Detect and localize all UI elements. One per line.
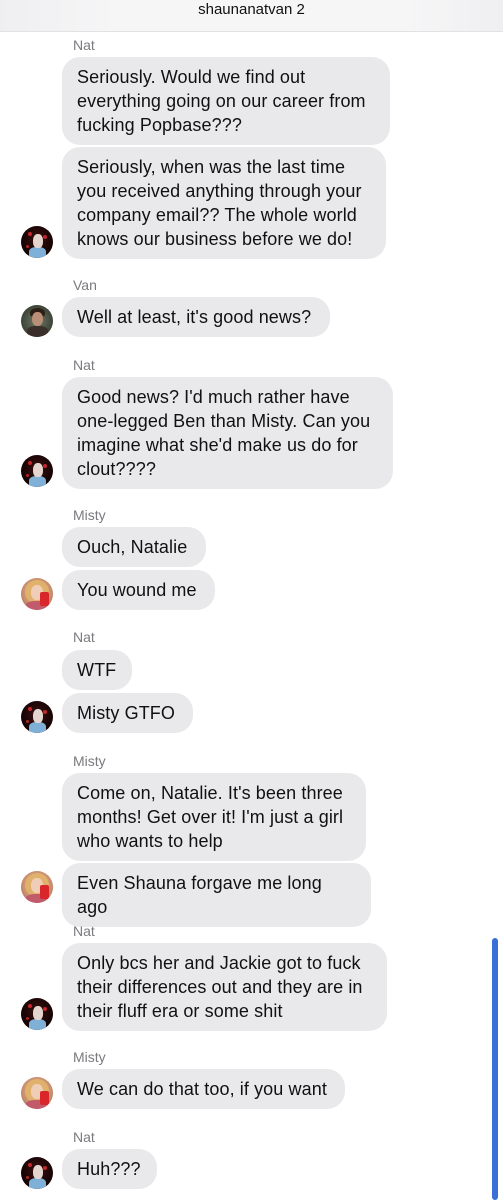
sender-name: Nat <box>73 629 95 645</box>
message-bubble[interactable]: Seriously, when was the last time you re… <box>62 147 386 259</box>
avatar[interactable] <box>21 998 53 1030</box>
message-bubble[interactable]: Huh??? <box>62 1149 157 1189</box>
chat-header: shaunanatvan 2 <box>0 0 503 32</box>
message-bubble[interactable]: Ouch, Natalie <box>62 527 206 567</box>
avatar[interactable] <box>21 226 53 258</box>
chat-title[interactable]: shaunanatvan 2 <box>0 0 503 31</box>
message-bubble[interactable]: Seriously. Would we find out everything … <box>62 57 390 145</box>
avatar[interactable] <box>21 871 53 903</box>
sender-name: Nat <box>73 1129 95 1145</box>
sender-name: Misty <box>73 1049 106 1065</box>
message-bubble[interactable]: We can do that too, if you want <box>62 1069 345 1109</box>
message-bubble[interactable]: Come on, Natalie. It's been three months… <box>62 773 366 861</box>
sender-name: Nat <box>73 37 95 53</box>
sender-name: Van <box>73 277 97 293</box>
avatar[interactable] <box>21 1157 53 1189</box>
avatar[interactable] <box>21 1077 53 1109</box>
message-bubble[interactable]: You wound me <box>62 570 215 610</box>
chat-screen: shaunanatvan 2 Nat Seriously. Would we f… <box>0 0 503 1200</box>
message-bubble[interactable]: Well at least, it's good news? <box>62 297 330 337</box>
message-bubble[interactable]: Misty GTFO <box>62 693 193 733</box>
avatar[interactable] <box>21 578 53 610</box>
sender-name: Misty <box>73 753 106 769</box>
avatar[interactable] <box>21 305 53 337</box>
message-bubble[interactable]: Even Shauna forgave me long ago <box>62 863 371 927</box>
avatar[interactable] <box>21 701 53 733</box>
avatar[interactable] <box>21 455 53 487</box>
message-bubble[interactable]: Only bcs her and Jackie got to fuck thei… <box>62 943 387 1031</box>
message-bubble[interactable]: Good news? I'd much rather have one-legg… <box>62 377 393 489</box>
sender-name: Nat <box>73 923 95 939</box>
scrollbar[interactable] <box>492 938 498 1200</box>
sender-name: Nat <box>73 357 95 373</box>
sender-name: Misty <box>73 507 106 523</box>
message-bubble[interactable]: WTF <box>62 650 132 690</box>
